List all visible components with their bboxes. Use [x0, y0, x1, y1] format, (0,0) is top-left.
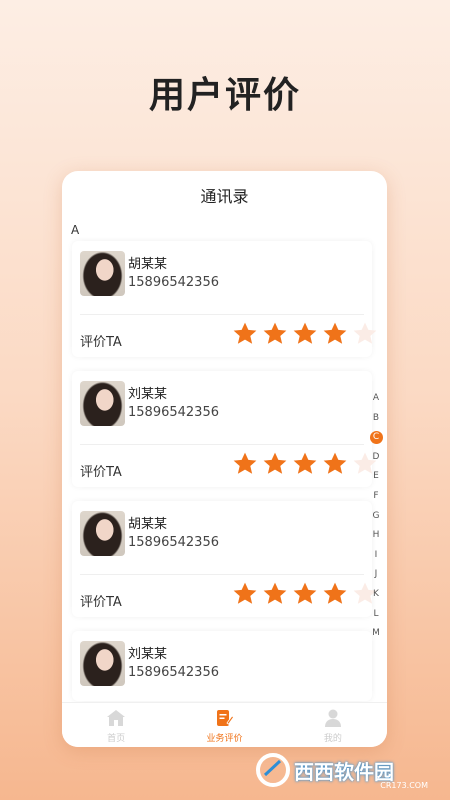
page-headline: 用户评价: [148, 75, 301, 116]
home-icon: [107, 710, 126, 726]
contact-phone: 15896542356: [128, 535, 219, 550]
contact-name: 刘某某: [128, 387, 168, 402]
user-icon: [324, 709, 341, 727]
index-letter[interactable]: E: [368, 467, 384, 487]
index-letter[interactable]: A: [368, 389, 384, 409]
tab-label: 我的: [323, 734, 342, 744]
screen-title: 通讯录: [200, 187, 249, 206]
index-letter[interactable]: J: [368, 565, 384, 585]
tab-label: 首页: [107, 734, 126, 744]
contact-name: 胡某某: [128, 257, 168, 272]
phone-screen: 通讯录 A 胡某某 15896542356 评价TA 刘某某 158965423…: [62, 171, 387, 747]
tab-label: 业务评价: [206, 734, 243, 744]
index-letter[interactable]: K: [368, 585, 384, 605]
contact-phone: 15896542356: [128, 405, 219, 420]
index-letter[interactable]: C: [368, 428, 384, 448]
avatar: [80, 641, 125, 686]
contact-card[interactable]: 胡某某 15896542356 评价TA: [72, 501, 377, 617]
star-filled-icon[interactable]: [292, 321, 318, 347]
index-letter[interactable]: I: [368, 546, 384, 566]
star-filled-icon[interactable]: [322, 581, 348, 607]
index-letter[interactable]: L: [368, 605, 384, 625]
star-filled-icon[interactable]: [262, 581, 288, 607]
star-filled-icon[interactable]: [322, 321, 348, 347]
index-letter[interactable]: B: [368, 409, 384, 429]
divider: [80, 314, 364, 315]
site-logo-icon: [256, 753, 290, 787]
avatar: [80, 381, 125, 426]
watermark-sub: CR173.COM: [380, 781, 428, 790]
star-rating[interactable]: [232, 321, 378, 347]
watermark-text: 西西软件园: [294, 759, 394, 784]
tab-review[interactable]: 业务评价: [170, 703, 278, 747]
star-filled-icon[interactable]: [232, 451, 258, 477]
star-filled-icon[interactable]: [232, 581, 258, 607]
section-letter: A: [71, 223, 80, 237]
star-filled-icon[interactable]: [292, 451, 318, 477]
star-rating[interactable]: [232, 581, 378, 607]
alphabet-index[interactable]: ABCDEFGHIJKLM: [368, 389, 384, 644]
star-filled-icon[interactable]: [322, 451, 348, 477]
star-filled-icon[interactable]: [292, 581, 318, 607]
tab-profile[interactable]: 我的: [279, 703, 387, 747]
index-letter[interactable]: D: [368, 448, 384, 468]
star-rating[interactable]: [232, 451, 378, 477]
star-empty-icon[interactable]: [352, 321, 378, 347]
index-letter[interactable]: M: [368, 624, 384, 644]
contact-card[interactable]: 刘某某 15896542356: [72, 631, 372, 701]
rate-label: 评价TA: [80, 335, 122, 350]
tab-home[interactable]: 首页: [62, 703, 170, 747]
rate-label: 评价TA: [80, 465, 122, 480]
edit-icon: [217, 710, 235, 726]
divider: [80, 574, 364, 575]
star-filled-icon[interactable]: [262, 451, 288, 477]
index-letter[interactable]: H: [368, 526, 384, 546]
contact-name: 胡某某: [128, 517, 168, 532]
divider: [80, 444, 364, 445]
contact-phone: 15896542356: [128, 275, 219, 290]
contact-card[interactable]: 刘某某 15896542356 评价TA: [72, 371, 377, 487]
avatar: [80, 511, 125, 556]
contact-name: 刘某某: [128, 647, 168, 662]
index-letter[interactable]: G: [368, 507, 384, 527]
watermark: 西西软件园 CR173.COM: [256, 752, 434, 790]
star-filled-icon[interactable]: [262, 321, 288, 347]
contact-card[interactable]: 胡某某 15896542356 评价TA: [72, 241, 377, 357]
index-letter[interactable]: F: [368, 487, 384, 507]
star-filled-icon[interactable]: [232, 321, 258, 347]
contact-phone: 15896542356: [128, 665, 219, 680]
avatar: [80, 251, 125, 296]
tab-bar: 首页 业务评价 我的: [62, 702, 387, 747]
rate-label: 评价TA: [80, 595, 122, 610]
